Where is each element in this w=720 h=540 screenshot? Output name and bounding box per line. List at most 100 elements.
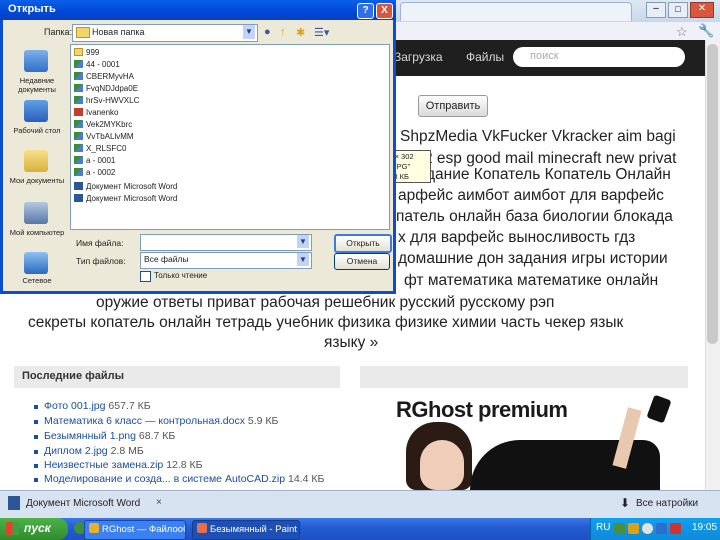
- bullet: [34, 478, 38, 482]
- chevron-down-icon[interactable]: ▼: [297, 253, 309, 266]
- language-indicator[interactable]: RU: [596, 522, 610, 533]
- start-label[interactable]: пуск: [24, 521, 51, 535]
- place-label[interactable]: Мой компьютер: [6, 228, 68, 237]
- look-in-label: Папка:: [44, 27, 72, 37]
- tag-cloud-line[interactable]: ShpzMedia VkFucker Vkracker aim bagi: [400, 128, 676, 146]
- file-name: Документ Microsoft Word: [86, 182, 178, 191]
- send-button[interactable]: Отправить: [418, 95, 488, 117]
- new-folder-icon[interactable]: ✱: [296, 26, 305, 39]
- place-label[interactable]: Рабочий стол: [6, 126, 68, 135]
- file-item[interactable]: CBERMyvHA: [74, 71, 134, 82]
- file-item[interactable]: а - 0002: [74, 167, 115, 178]
- view-menu-icon[interactable]: ☰▾: [314, 26, 329, 39]
- file-item[interactable]: 999: [74, 47, 99, 58]
- tag-cloud-line[interactable]: оружие ответы приват рабочая решебник ру…: [96, 294, 554, 312]
- file-item[interactable]: 44 - 0001: [74, 59, 120, 70]
- recent-file-name[interactable]: Неизвестные замена.zip: [44, 459, 163, 471]
- read-only-label[interactable]: Только чтение: [154, 271, 207, 280]
- network-icon[interactable]: [614, 523, 625, 534]
- recent-file-item[interactable]: Моделирование и созда... в системе AutoC…: [44, 473, 324, 485]
- shield-icon[interactable]: [642, 523, 653, 534]
- page-scrollbar-thumb[interactable]: [707, 44, 718, 344]
- pdf-file-icon: [74, 108, 83, 116]
- recent-file-item[interactable]: Математика 6 класс — контрольная.docx 5.…: [44, 415, 278, 427]
- word-document-icon: [8, 496, 20, 510]
- tag-cloud-line[interactable]: дание Копатель Копатель Онлайн: [426, 166, 671, 184]
- antivirus-icon[interactable]: [670, 523, 681, 534]
- ad-title[interactable]: RGhost premium: [396, 397, 568, 423]
- back-icon[interactable]: ●: [264, 26, 271, 38]
- tag-cloud-line[interactable]: домашние дон задания игры истории: [398, 250, 668, 268]
- wrench-icon[interactable]: 🔧: [698, 23, 714, 39]
- taskbar-task-paint[interactable]: Безымянный - Paint: [192, 520, 300, 540]
- nav-link-files[interactable]: Файлы: [466, 50, 504, 64]
- browser-tab[interactable]: [400, 2, 632, 21]
- tag-cloud-line[interactable]: языку »: [324, 334, 378, 352]
- bookmark-star-icon[interactable]: ☆: [676, 24, 688, 40]
- download-arrow-icon[interactable]: ⬇: [620, 496, 630, 510]
- chevron-down-icon[interactable]: ▼: [243, 25, 255, 39]
- file-item[interactable]: Документ Microsoft Word: [74, 193, 177, 204]
- file-item[interactable]: Ivanenko: [74, 107, 118, 118]
- nav-link-upload[interactable]: Загрузка: [394, 50, 443, 64]
- task-label: Безымянный - Paint: [210, 524, 297, 535]
- window-close-button[interactable]: ✕: [690, 2, 714, 18]
- file-item[interactable]: Vek2MYKbrc: [74, 119, 132, 130]
- image-file-icon: [74, 72, 83, 80]
- app-bar-settings-link[interactable]: Все натройки: [636, 498, 698, 509]
- place-label[interactable]: Недавние документы: [6, 76, 68, 94]
- chevron-down-icon[interactable]: ▼: [297, 235, 309, 248]
- app-bar-close-icon[interactable]: ×: [156, 497, 162, 508]
- maximize-button[interactable]: □: [668, 2, 688, 18]
- clock[interactable]: 19:05: [692, 522, 717, 533]
- recent-file-item[interactable]: Диплом 2.jpg 2.8 МБ: [44, 445, 144, 457]
- recent-file-name[interactable]: Моделирование и созда... в системе AutoC…: [44, 473, 285, 485]
- tag-cloud-line[interactable]: арфейс аимбот аимбот для варфейс: [398, 187, 664, 205]
- bullet: [34, 450, 38, 454]
- my-computer-icon[interactable]: [24, 202, 48, 224]
- file-item[interactable]: X_RLSFC0: [74, 143, 126, 154]
- read-only-checkbox[interactable]: [140, 271, 151, 282]
- taskbar-task-browser[interactable]: RGhost — Файлообмен...: [84, 520, 186, 540]
- place-label[interactable]: Мои документы: [6, 176, 68, 185]
- recent-documents-icon[interactable]: [24, 50, 48, 72]
- minimize-button[interactable]: –: [646, 2, 666, 18]
- desktop-icon[interactable]: [24, 100, 48, 122]
- dialog-close-button[interactable]: X: [376, 3, 393, 19]
- bullet: [34, 435, 38, 439]
- app-bar-document[interactable]: Документ Microsoft Word: [26, 498, 140, 509]
- volume-icon[interactable]: [628, 523, 639, 534]
- network-places-icon[interactable]: [24, 252, 48, 274]
- tag-cloud-line[interactable]: х для варфейс выносливость гдз: [398, 229, 635, 247]
- recent-file-item[interactable]: Безымянный 1.png 68.7 КБ: [44, 430, 175, 442]
- file-name-input[interactable]: [140, 234, 312, 251]
- up-folder-icon[interactable]: ↑: [280, 26, 286, 38]
- cancel-button[interactable]: Отмена: [334, 253, 390, 270]
- place-label[interactable]: Сетевое: [6, 276, 68, 285]
- recent-file-name[interactable]: Безымянный 1.png: [44, 430, 136, 442]
- recent-file-name[interactable]: Диплом 2.jpg: [44, 445, 108, 457]
- file-item[interactable]: VvTbALlvMM: [74, 131, 134, 142]
- file-item[interactable]: FvqNDJdpa0E: [74, 83, 138, 94]
- recent-file-item[interactable]: Неизвестные замена.zip 12.8 КБ: [44, 459, 203, 471]
- recent-file-name[interactable]: Фото 001.jpg: [44, 400, 106, 412]
- folder-icon: [74, 48, 83, 56]
- my-documents-icon[interactable]: [24, 150, 48, 172]
- dialog-help-button[interactable]: ?: [357, 3, 374, 19]
- tag-cloud-line[interactable]: патель онлайн база биологии блокада: [396, 208, 673, 226]
- tag-cloud-line[interactable]: фт математика математике онлайн: [404, 272, 658, 290]
- file-item[interactable]: а - 0001: [74, 155, 115, 166]
- dialog-titlebar[interactable]: [0, 0, 396, 20]
- bullet: [34, 420, 38, 424]
- image-file-icon: [74, 96, 83, 104]
- tag-cloud-line[interactable]: секреты копатель онлайн тетрадь учебник …: [28, 314, 623, 332]
- open-button[interactable]: Открыть: [334, 234, 392, 253]
- file-item[interactable]: Документ Microsoft Word: [74, 181, 177, 192]
- file-item[interactable]: hrSv-HWVXLC: [74, 95, 139, 106]
- recent-file-name[interactable]: Математика 6 класс — контрольная.docx: [44, 415, 245, 427]
- tray-app-icon[interactable]: [656, 523, 667, 534]
- file-name: а - 0001: [86, 156, 116, 165]
- ad-model-face: [420, 440, 464, 490]
- image-file-icon: [74, 168, 83, 176]
- recent-file-item[interactable]: Фото 001.jpg 657.7 КБ: [44, 400, 151, 412]
